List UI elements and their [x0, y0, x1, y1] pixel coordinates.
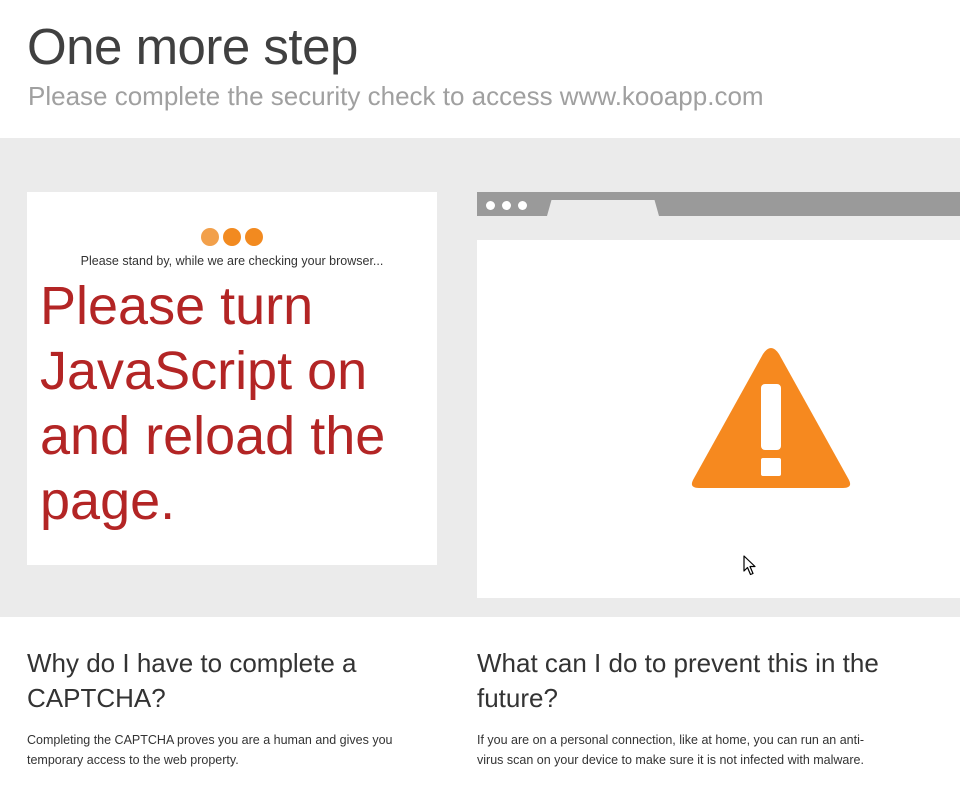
- browser-titlebar: [477, 192, 960, 216]
- warning-triangle-icon: [691, 348, 851, 488]
- why-captcha-text: Completing the CAPTCHA proves you are a …: [27, 733, 393, 767]
- window-dot-icon: [486, 201, 495, 210]
- window-dot-icon: [502, 201, 511, 210]
- page-title: One more step: [27, 18, 358, 75]
- prevent-text: If you are on a personal connection, lik…: [477, 733, 865, 767]
- javascript-warning: Please turn JavaScript on and reload the…: [40, 276, 386, 531]
- loading-dot: [201, 228, 219, 246]
- loading-dots: [201, 228, 263, 246]
- window-dot-icon: [518, 201, 527, 210]
- page-header: One more step Please complete the securi…: [0, 0, 960, 138]
- page-subtitle: Please complete the security check to ac…: [28, 81, 764, 111]
- browser-window: [477, 240, 960, 598]
- why-captcha-heading: Why do I have to complete a CAPTCHA?: [27, 648, 357, 713]
- loading-dot: [245, 228, 263, 246]
- loading-dot: [223, 228, 241, 246]
- standby-message: Please stand by, while we are checking y…: [80, 254, 384, 268]
- mouse-cursor-icon: [743, 555, 756, 576]
- browser-tab: [547, 200, 659, 216]
- prevent-heading: What can I do to prevent this in the fut…: [477, 648, 879, 713]
- challenge-card: Please stand by, while we are checking y…: [27, 192, 437, 565]
